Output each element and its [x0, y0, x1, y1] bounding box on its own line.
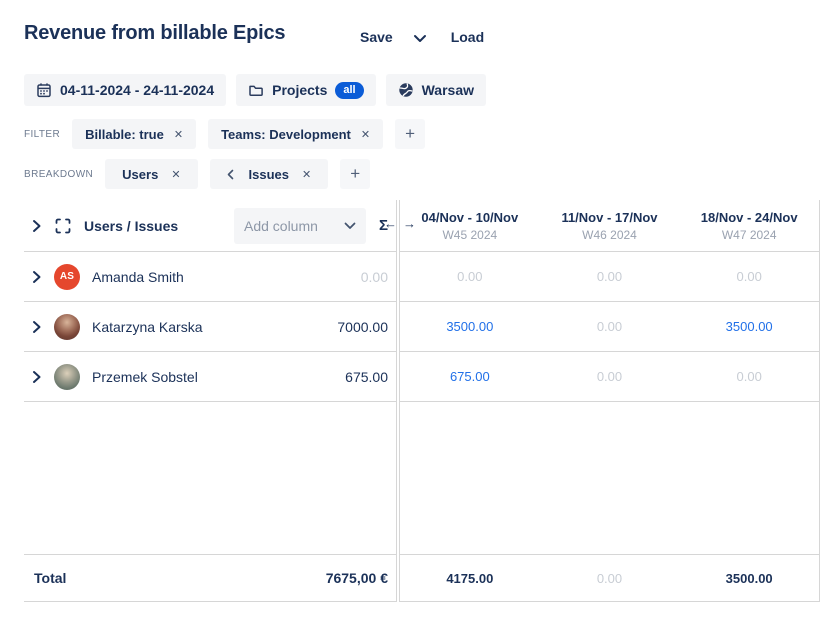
breakdown-chip-issues[interactable]: Issues ✕	[210, 159, 329, 189]
close-icon[interactable]: ✕	[361, 128, 370, 141]
table-row[interactable]: Przemek Sobstel 675.00	[24, 352, 396, 402]
user-name: Amanda Smith	[92, 269, 184, 285]
cell-value: 0.00	[597, 319, 622, 334]
row-total: 7000.00	[337, 319, 388, 335]
load-button[interactable]: Load	[451, 29, 484, 45]
row-total: 675.00	[345, 369, 388, 385]
row-expand-chevron-icon[interactable]	[32, 270, 42, 284]
cell-value: 0.00	[737, 269, 762, 284]
location-label: Warsaw	[422, 82, 474, 98]
column-total: 3500.00	[726, 571, 773, 586]
cell-value-link[interactable]: 3500.00	[726, 319, 773, 334]
cell-value: 0.00	[737, 369, 762, 384]
close-icon[interactable]: ✕	[302, 168, 311, 181]
calendar-icon	[36, 82, 52, 98]
grand-total-value: 7675,00 €	[326, 570, 388, 586]
table-corner-header: Users / Issues Add column Σ	[24, 200, 396, 252]
expand-all-chevron-icon[interactable]	[32, 219, 42, 233]
value-row: 3500.00 0.00 3500.00	[400, 302, 819, 352]
breakdown-row: BREAKDOWN Users ✕ Issues ✕ +	[24, 159, 370, 189]
cell-value: 0.00	[597, 369, 622, 384]
save-load-group: Save Load	[360, 29, 484, 45]
expand-fullscreen-icon[interactable]	[55, 218, 71, 234]
add-column-select[interactable]: Add column	[234, 208, 366, 244]
total-row-values: 4175.00 0.00 3500.00	[400, 554, 819, 602]
row-expand-chevron-icon[interactable]	[32, 370, 42, 384]
add-filter-button[interactable]: +	[395, 119, 425, 149]
user-name: Przemek Sobstel	[92, 369, 198, 385]
breakdown-chip-label: Users	[122, 167, 158, 182]
breakdown-title: Users / Issues	[84, 218, 178, 234]
toolbar: 04-11-2024 - 24-11-2024 Projects all War…	[24, 74, 486, 106]
globe-icon	[398, 82, 414, 98]
row-total: 0.00	[361, 269, 388, 285]
filter-row-label: FILTER	[24, 129, 60, 140]
week-column-header: 11/Nov - 17/Nov W46 2024	[540, 200, 680, 251]
value-row: 0.00 0.00 0.00	[400, 252, 819, 302]
filter-chip-billable[interactable]: Billable: true ✕	[72, 119, 196, 149]
close-icon[interactable]: ✕	[171, 168, 180, 181]
save-button[interactable]: Save	[360, 29, 393, 45]
table-empty-area	[24, 402, 396, 554]
date-range-label: 04-11-2024 - 24-11-2024	[60, 82, 214, 98]
filter-chip-teams[interactable]: Teams: Development ✕	[208, 119, 383, 149]
week-column-header: 04/Nov - 10/Nov W45 2024	[400, 200, 540, 251]
user-name: Katarzyna Karska	[92, 319, 203, 335]
add-breakdown-button[interactable]: +	[340, 159, 370, 189]
table-row[interactable]: Katarzyna Karska 7000.00	[24, 302, 396, 352]
folder-icon	[248, 82, 264, 98]
week-columns-header: 04/Nov - 10/Nov W45 2024 11/Nov - 17/Nov…	[400, 200, 819, 252]
projects-button[interactable]: Projects all	[236, 74, 375, 106]
filter-row: FILTER Billable: true ✕ Teams: Developme…	[24, 119, 425, 149]
filter-chip-label: Billable: true	[85, 127, 164, 142]
chevron-left-icon[interactable]	[227, 169, 234, 180]
total-label: Total	[34, 570, 66, 586]
week-number-label: W45 2024	[442, 228, 497, 242]
avatar	[54, 364, 80, 390]
avatar	[54, 314, 80, 340]
cell-value-link[interactable]: 675.00	[450, 369, 490, 384]
report-page: Revenue from billable Epics Save Load	[0, 0, 824, 626]
projects-label: Projects	[272, 82, 327, 98]
cell-value: 0.00	[457, 269, 482, 284]
week-number-label: W46 2024	[582, 228, 637, 242]
add-column-placeholder: Add column	[244, 218, 318, 234]
filter-chip-label: Teams: Development	[221, 127, 351, 142]
week-range-label: 04/Nov - 10/Nov	[421, 210, 518, 225]
arrow-right-icon: →	[403, 216, 416, 231]
column-resize-handle[interactable]: ← →	[381, 216, 419, 231]
breakdown-row-label: BREAKDOWN	[24, 169, 93, 180]
week-range-label: 11/Nov - 17/Nov	[561, 210, 657, 225]
week-number-label: W47 2024	[722, 228, 777, 242]
avatar: AS	[54, 264, 80, 290]
total-row-left: Total 7675,00 €	[24, 554, 396, 602]
cell-value: 0.00	[597, 269, 622, 284]
table-values-pane: 04/Nov - 10/Nov W45 2024 11/Nov - 17/Nov…	[399, 200, 820, 602]
chevron-down-icon	[344, 222, 356, 230]
chevron-down-icon	[413, 34, 427, 43]
close-icon[interactable]: ✕	[174, 128, 183, 141]
week-column-header: 18/Nov - 24/Nov W47 2024	[679, 200, 819, 251]
breakdown-chip-users[interactable]: Users ✕	[105, 159, 197, 189]
cell-value-link[interactable]: 3500.00	[446, 319, 493, 334]
date-range-button[interactable]: 04-11-2024 - 24-11-2024	[24, 74, 226, 106]
projects-all-badge: all	[335, 82, 363, 99]
table-row[interactable]: AS Amanda Smith 0.00	[24, 252, 396, 302]
row-expand-chevron-icon[interactable]	[32, 320, 42, 334]
table-left-pane: Users / Issues Add column Σ AS Amanda Sm…	[24, 200, 397, 602]
value-row: 675.00 0.00 0.00	[400, 352, 819, 402]
arrow-left-icon: ←	[384, 216, 397, 231]
column-total: 4175.00	[446, 571, 493, 586]
breakdown-chip-label: Issues	[249, 167, 289, 182]
week-range-label: 18/Nov - 24/Nov	[701, 210, 798, 225]
location-button[interactable]: Warsaw	[386, 74, 486, 106]
table-empty-area	[400, 402, 819, 554]
save-menu-button[interactable]	[413, 34, 427, 43]
page-title: Revenue from billable Epics	[24, 22, 285, 45]
column-total: 0.00	[597, 571, 622, 586]
